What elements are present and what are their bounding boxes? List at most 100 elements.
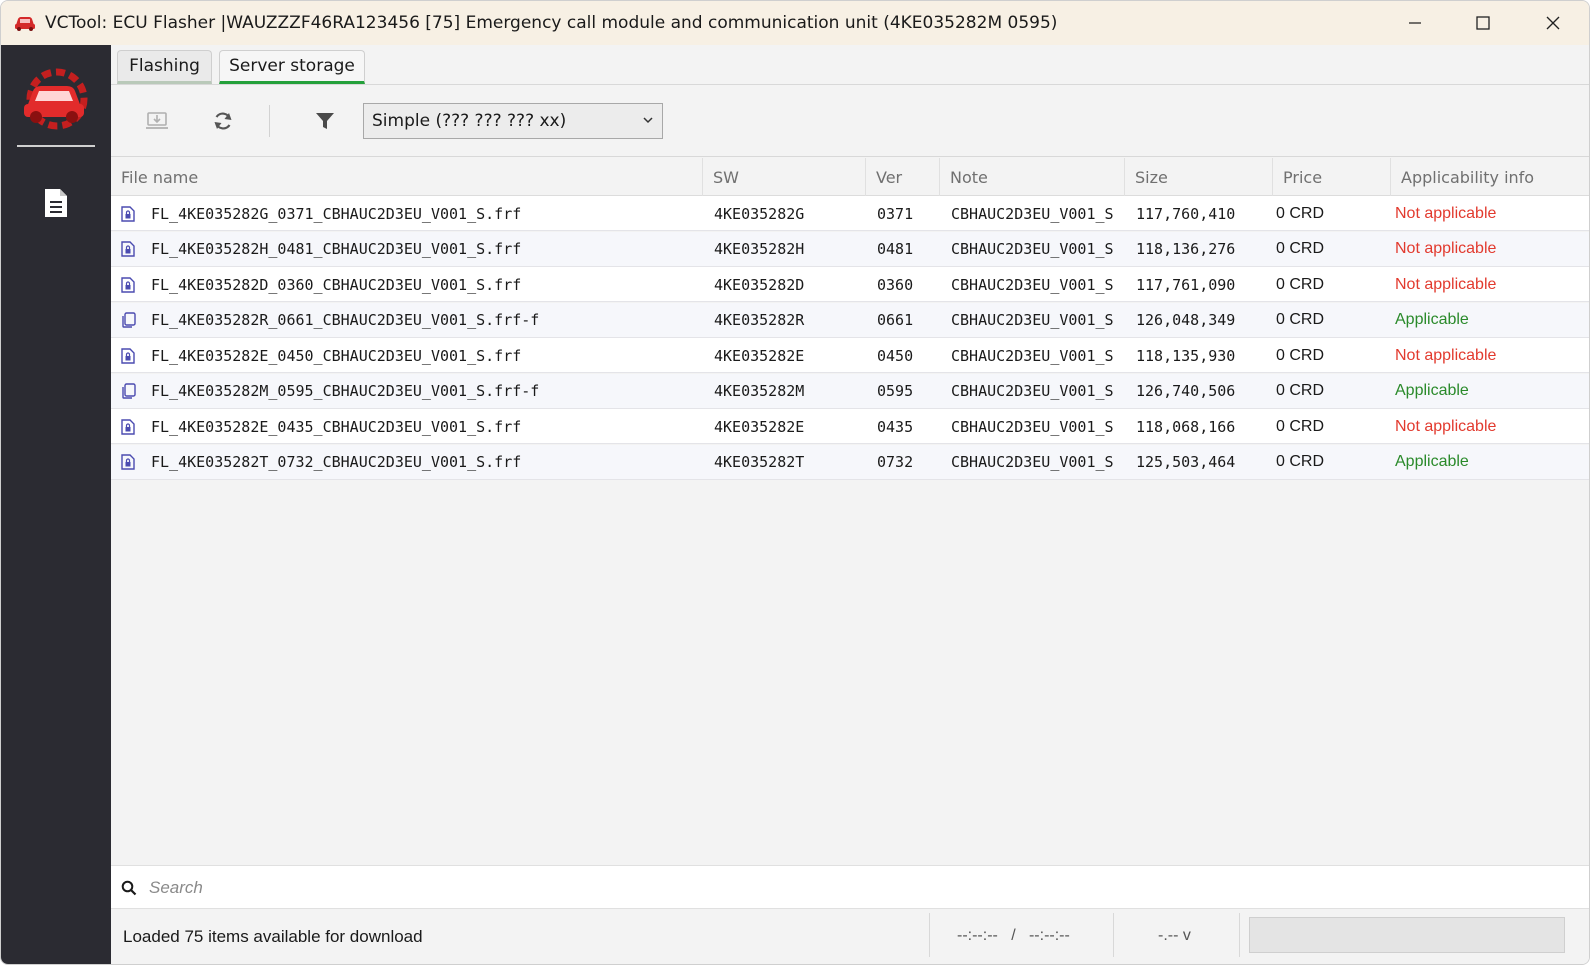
col-header-sw[interactable]: SW	[703, 158, 866, 196]
toolbar: Simple (??? ??? ??? xx)	[111, 85, 1589, 157]
cell-note: CBHAUC2D3EU_V001_S	[951, 240, 1114, 258]
tab-server-storage[interactable]: Server storage	[219, 50, 365, 84]
cell-price: 0 CRD	[1276, 204, 1325, 222]
cell-ver: 0371	[877, 204, 914, 223]
cell-note: CBHAUC2D3EU_V001_S	[951, 346, 1114, 365]
download-button[interactable]	[141, 105, 173, 137]
cell-applicability: Not applicable	[1395, 346, 1497, 364]
cell-file-name: FL_4KE035282T_0732_CBHAUC2D3EU_V001_S.fr…	[151, 453, 522, 471]
download-icon	[146, 112, 168, 129]
cell-sw: 4KE035282E	[714, 346, 805, 365]
col-header-note[interactable]: Note	[940, 158, 1125, 196]
cell-ver: 0732	[877, 453, 914, 471]
title-bar: VCTool: ECU Flasher |WAUZZZF46RA123456 […	[1, 1, 1589, 45]
filter-button[interactable]	[309, 105, 341, 137]
cell-ver: 0595	[877, 382, 914, 400]
toolbar-separator	[269, 105, 270, 137]
tab-bar: Flashing Server storage	[111, 45, 1589, 85]
status-bar: Loaded 75 items available for download -…	[111, 909, 1589, 964]
cell-file-name: FL_4KE035282G_0371_CBHAUC2D3EU_V001_S.fr…	[151, 204, 522, 223]
cell-ver: 0481	[877, 240, 914, 258]
status-voltage: -.-- v	[1158, 927, 1191, 944]
table-row[interactable]: FL_4KE035282H_0481_CBHAUC2D3EU_V001_S.fr…	[111, 231, 1589, 267]
col-header-price[interactable]: Price	[1273, 158, 1391, 196]
cell-sw: 4KE035282M	[714, 382, 805, 400]
col-header-ver[interactable]: Ver	[866, 158, 940, 196]
cell-sw: 4KE035282R	[714, 311, 805, 329]
cell-size: 118,136,276	[1136, 240, 1236, 258]
file-lock-icon	[121, 338, 139, 373]
car-gear-icon	[15, 17, 35, 31]
file-lock-icon	[121, 232, 139, 267]
cell-ver: 0450	[877, 346, 914, 365]
cell-size: 117,760,410	[1136, 204, 1236, 223]
cell-price: 0 CRD	[1276, 346, 1325, 364]
table-row[interactable]: FL_4KE035282E_0450_CBHAUC2D3EU_V001_S.fr…	[111, 338, 1589, 373]
cell-size: 118,135,930	[1136, 346, 1236, 365]
close-icon	[1546, 16, 1560, 30]
cell-file-name: FL_4KE035282R_0661_CBHAUC2D3EU_V001_S.fr…	[151, 311, 540, 329]
table-row[interactable]: FL_4KE035282R_0661_CBHAUC2D3EU_V001_S.fr…	[111, 302, 1589, 338]
cell-file-name: FL_4KE035282E_0450_CBHAUC2D3EU_V001_S.fr…	[151, 346, 522, 365]
file-copy-icon	[121, 303, 139, 338]
cell-note: CBHAUC2D3EU_V001_S	[951, 453, 1114, 471]
col-header-file-name[interactable]: File name	[111, 158, 703, 196]
logo-divider	[17, 145, 95, 147]
cell-file-name: FL_4KE035282D_0360_CBHAUC2D3EU_V001_S.fr…	[151, 275, 522, 294]
file-copy-icon	[121, 374, 139, 409]
cell-note: CBHAUC2D3EU_V001_S	[951, 382, 1114, 400]
col-header-size[interactable]: Size	[1125, 158, 1273, 196]
cell-applicability: Not applicable	[1395, 417, 1497, 435]
table-row[interactable]: FL_4KE035282M_0595_CBHAUC2D3EU_V001_S.fr…	[111, 373, 1589, 409]
cell-price: 0 CRD	[1276, 382, 1325, 399]
cell-size: 126,048,349	[1136, 311, 1236, 329]
cell-note: CBHAUC2D3EU_V001_S	[951, 275, 1114, 294]
file-table: File name SW Ver Note Size Price Applica…	[111, 158, 1589, 909]
file-lock-icon	[121, 196, 139, 231]
cell-size: 117,761,090	[1136, 275, 1236, 294]
cell-note: CBHAUC2D3EU_V001_S	[951, 311, 1114, 329]
search-input[interactable]	[149, 872, 1549, 904]
cell-applicability: Applicable	[1395, 453, 1469, 470]
cell-applicability: Applicable	[1395, 311, 1469, 328]
table-row[interactable]: FL_4KE035282D_0360_CBHAUC2D3EU_V001_S.fr…	[111, 267, 1589, 302]
vctool-logo-icon[interactable]	[19, 67, 93, 131]
search-mode-select[interactable]: Simple (??? ??? ??? xx)	[363, 103, 663, 139]
table-row[interactable]: FL_4KE035282E_0435_CBHAUC2D3EU_V001_S.fr…	[111, 409, 1589, 444]
cell-file-name: FL_4KE035282M_0595_CBHAUC2D3EU_V001_S.fr…	[151, 382, 540, 400]
minimize-icon	[1409, 22, 1421, 24]
cell-file-name: FL_4KE035282H_0481_CBHAUC2D3EU_V001_S.fr…	[151, 240, 522, 258]
refresh-icon	[214, 112, 232, 130]
status-time: --:--:-- / --:--:--	[957, 927, 1070, 944]
minimize-button[interactable]	[1381, 1, 1449, 45]
app-window: VCTool: ECU Flasher |WAUZZZF46RA123456 […	[0, 0, 1590, 965]
col-header-applicability[interactable]: Applicability info	[1391, 158, 1589, 196]
document-icon[interactable]	[43, 187, 69, 219]
tab-flashing[interactable]: Flashing	[117, 50, 212, 84]
sidebar	[1, 45, 111, 964]
search-icon	[121, 880, 137, 896]
maximize-button[interactable]	[1449, 1, 1517, 45]
cell-price: 0 CRD	[1276, 240, 1325, 257]
cell-ver: 0435	[877, 417, 914, 436]
refresh-button[interactable]	[207, 105, 239, 137]
cell-sw: 4KE035282G	[714, 204, 805, 223]
cell-price: 0 CRD	[1276, 453, 1325, 470]
table-row[interactable]: FL_4KE035282G_0371_CBHAUC2D3EU_V001_S.fr…	[111, 196, 1589, 231]
status-message: Loaded 75 items available for download	[123, 927, 423, 946]
cell-size: 125,503,464	[1136, 453, 1236, 471]
status-divider	[1113, 913, 1114, 957]
cell-sw: 4KE035282H	[714, 240, 805, 258]
cell-applicability: Not applicable	[1395, 275, 1497, 293]
cell-price: 0 CRD	[1276, 417, 1325, 435]
cell-sw: 4KE035282E	[714, 417, 805, 436]
cell-applicability: Not applicable	[1395, 240, 1497, 257]
cell-ver: 0661	[877, 311, 914, 329]
close-button[interactable]	[1519, 1, 1587, 45]
cell-note: CBHAUC2D3EU_V001_S	[951, 417, 1114, 436]
window-title: VCTool: ECU Flasher |WAUZZZF46RA123456 […	[45, 13, 1058, 33]
table-row[interactable]: FL_4KE035282T_0732_CBHAUC2D3EU_V001_S.fr…	[111, 444, 1589, 480]
cell-file-name: FL_4KE035282E_0435_CBHAUC2D3EU_V001_S.fr…	[151, 417, 522, 436]
cell-sw: 4KE035282D	[714, 275, 805, 294]
maximize-icon	[1476, 16, 1490, 30]
